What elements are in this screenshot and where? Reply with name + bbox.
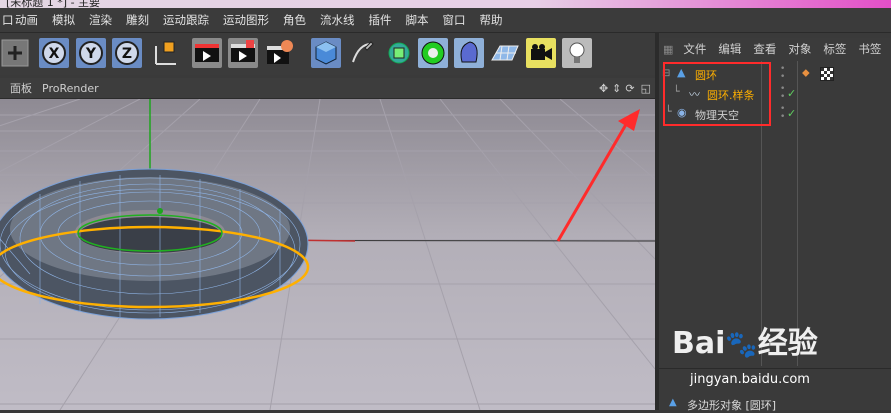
visibility-dots-icon[interactable]: • • bbox=[780, 65, 785, 82]
material-tag-icon[interactable]: ⬥ bbox=[802, 66, 810, 80]
cube-icon[interactable] bbox=[311, 38, 341, 68]
menu-item-mograph[interactable]: 运动图形 bbox=[216, 8, 276, 32]
check-icon[interactable]: ✓ bbox=[787, 87, 796, 100]
object-manager-tabs: ▦ 文件 编辑 查看 对象 标签 书签 bbox=[659, 38, 891, 60]
annotation-highlight-box bbox=[663, 62, 771, 126]
title-bar: [未标题 1 *] - 主要 bbox=[0, 0, 891, 8]
menu-item-help[interactable]: 帮助 bbox=[473, 8, 510, 32]
render-view-icon[interactable] bbox=[192, 38, 222, 68]
floor-icon[interactable] bbox=[490, 38, 520, 68]
viewport-header: 面板 ProRender ✥ ⇕ ⟳ ◱ bbox=[0, 78, 655, 99]
viewport-rotate-icon[interactable]: ⟳ bbox=[623, 82, 636, 95]
menu-item-plugins[interactable]: 插件 bbox=[362, 8, 399, 32]
subdivision-icon[interactable] bbox=[384, 38, 414, 68]
tab-file[interactable]: 文件 bbox=[677, 41, 712, 57]
menu-item-sculpt[interactable]: 雕刻 bbox=[119, 8, 156, 32]
camera-icon[interactable] bbox=[526, 38, 556, 68]
main-toolbar: X Y Z bbox=[0, 33, 660, 75]
tab-edit[interactable]: 编辑 bbox=[712, 41, 747, 57]
window-title: [未标题 1 *] - 主要 bbox=[6, 0, 101, 8]
axis-x-button[interactable]: X bbox=[39, 38, 69, 68]
watermark-brand-2: 经验 bbox=[757, 326, 818, 361]
axis-x-label: X bbox=[49, 46, 60, 62]
visibility-dots-icon[interactable]: • • bbox=[780, 85, 785, 102]
baidu-watermark: Bai🐾经验 bbox=[672, 318, 818, 362]
deformer-icon[interactable] bbox=[454, 38, 484, 68]
visibility-dots-icon[interactable]: • • bbox=[780, 105, 785, 122]
viewport-scene bbox=[0, 99, 655, 410]
watermark-url: jingyan.baidu.com bbox=[690, 372, 810, 387]
axis-y-button[interactable]: Y bbox=[76, 38, 106, 68]
transform-icon[interactable] bbox=[0, 38, 30, 68]
attribute-label: 多边形对象 [圆环] bbox=[687, 399, 777, 412]
light-icon[interactable] bbox=[562, 38, 592, 68]
check-icon[interactable]: ✓ bbox=[787, 107, 796, 120]
polygon-object-icon: ▲ bbox=[669, 397, 677, 408]
torus-object[interactable] bbox=[0, 168, 310, 320]
panel-menu[interactable]: 面板 bbox=[0, 80, 42, 96]
viewport-move-icon[interactable]: ✥ bbox=[597, 82, 610, 95]
prorender-menu[interactable]: ProRender bbox=[42, 82, 109, 95]
menu-item-pipeline[interactable]: 流水线 bbox=[313, 8, 362, 32]
axis-z-button[interactable]: Z bbox=[112, 38, 142, 68]
coordinate-system-icon[interactable] bbox=[150, 38, 180, 68]
axis-z-label: Z bbox=[122, 46, 132, 62]
pen-spline-icon[interactable] bbox=[347, 38, 377, 68]
checker-tag-icon[interactable] bbox=[820, 67, 834, 81]
render-settings-icon[interactable] bbox=[264, 38, 294, 68]
menu-item-script[interactable]: 脚本 bbox=[399, 8, 436, 32]
menu-item-window[interactable]: 窗口 bbox=[436, 8, 473, 32]
menu-item-simulate[interactable]: 模拟 bbox=[45, 8, 82, 32]
annotation-arrow-head bbox=[618, 109, 640, 131]
axis-y-label: Y bbox=[85, 46, 97, 62]
viewport-dolly-icon[interactable]: ⇕ bbox=[610, 82, 623, 95]
menu-item-animation[interactable]: 动画 bbox=[8, 8, 45, 32]
grip-icon[interactable]: ▦ bbox=[659, 43, 677, 56]
tab-bookmarks[interactable]: 书签 bbox=[852, 41, 887, 57]
menu-item-truncated[interactable]: 口 bbox=[0, 8, 14, 32]
watermark-brand: Bai bbox=[672, 326, 726, 361]
paw-icon: 🐾 bbox=[725, 330, 758, 360]
menu-item-character[interactable]: 角色 bbox=[276, 8, 313, 32]
annotation-arrow bbox=[556, 120, 630, 242]
menu-item-render[interactable]: 渲染 bbox=[82, 8, 119, 32]
menu-item-motion-tracking[interactable]: 运动跟踪 bbox=[156, 8, 216, 32]
tab-objects[interactable]: 对象 bbox=[782, 41, 817, 57]
render-region-icon[interactable] bbox=[228, 38, 258, 68]
cloner-icon[interactable] bbox=[418, 38, 448, 68]
tab-view[interactable]: 查看 bbox=[747, 41, 782, 57]
menu-bar: 口 动画 模拟 渲染 雕刻 运动跟踪 运动图形 角色 流水线 插件 脚本 窗口 … bbox=[0, 8, 891, 33]
3d-viewport[interactable] bbox=[0, 99, 655, 410]
viewport-maximize-icon[interactable]: ◱ bbox=[637, 82, 655, 95]
tab-tags[interactable]: 标签 bbox=[817, 41, 852, 57]
